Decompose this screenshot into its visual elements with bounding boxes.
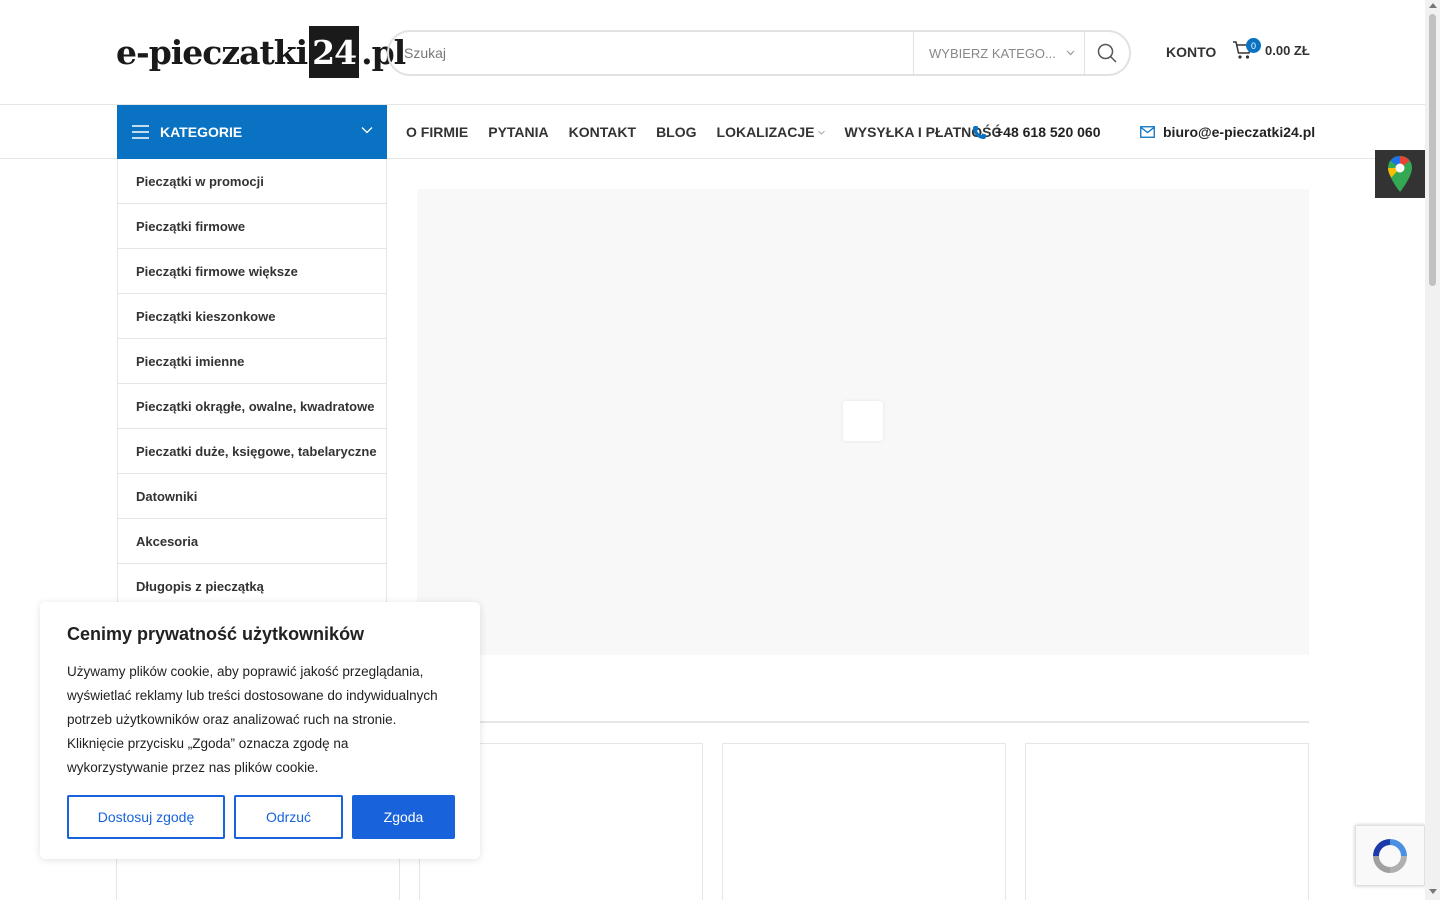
hero-slider [417, 189, 1309, 655]
logo-text-main: e-pieczatki [116, 32, 308, 72]
chevron-down-icon [1066, 50, 1075, 56]
cart-total: 0.00 ZŁ [1265, 42, 1310, 58]
product-card[interactable] [722, 743, 1006, 900]
account-link[interactable]: KONTO [1166, 44, 1216, 60]
search-category-label: Wybierz katego... [929, 45, 1056, 61]
phone-number: +48 618 520 060 [995, 124, 1101, 140]
nav-link-lokalizacje-label: Lokalizacje [716, 124, 815, 140]
cookie-text: Używamy plików cookie, aby poprawić jako… [67, 664, 438, 775]
phone-icon [973, 125, 986, 139]
logo-text-number: 24 [309, 26, 360, 78]
mail-icon [1140, 126, 1155, 138]
section-divider [417, 721, 1309, 723]
maps-widget[interactable] [1375, 150, 1425, 198]
chevron-down-icon [361, 127, 373, 134]
categories-menu: Pieczątki w promocji Pieczątki firmowe P… [117, 159, 387, 609]
email-address: biuro@e-pieczatki24.pl [1163, 124, 1316, 140]
cart-button[interactable]: 0 0.00 ZŁ [1232, 38, 1310, 60]
recaptcha-badge[interactable] [1355, 825, 1425, 886]
category-item[interactable]: Pieczątki kieszonkowe [118, 294, 386, 339]
scroll-down-arrow[interactable] [1429, 889, 1437, 894]
nav-link-pytania[interactable]: Pytania [488, 124, 548, 140]
email-link[interactable]: biuro@e-pieczatki24.pl [1140, 124, 1315, 140]
main-navigation: Kategorie O firmie Pytania Kontakt Blog … [0, 105, 1425, 159]
cart-count-badge: 0 [1246, 38, 1261, 53]
category-item[interactable]: Pieczątki imienne [118, 339, 386, 384]
chevron-down-icon [817, 130, 825, 135]
scroll-up-arrow[interactable] [1429, 3, 1437, 8]
category-item[interactable]: Pieczątki firmowe większe [118, 249, 386, 294]
search-input[interactable] [389, 32, 913, 74]
search-icon [1097, 43, 1117, 63]
accept-button[interactable]: Zgoda [352, 795, 455, 839]
customize-consent-button[interactable]: Dostosuj zgodę [67, 795, 225, 839]
nav-link-blog[interactable]: Blog [656, 124, 696, 140]
reject-button[interactable]: Odrzuć [234, 795, 343, 839]
header-top: e-pieczatki 24 .pl Wybierz katego... KON… [0, 0, 1425, 105]
search-button[interactable] [1084, 32, 1129, 74]
search-category-select[interactable]: Wybierz katego... [913, 32, 1084, 74]
google-maps-icon [1388, 156, 1412, 192]
cookie-buttons: Dostosuj zgodę Odrzuć Zgoda [67, 795, 455, 839]
category-item[interactable]: Pieczatki duże, księgowe, tabelaryczne [118, 429, 386, 474]
categories-label: Kategorie [160, 124, 243, 140]
site-logo[interactable]: e-pieczatki 24 .pl [116, 26, 406, 78]
categories-toggle[interactable]: Kategorie [117, 105, 387, 159]
cookie-title: Cenimy prywatność użytkowników [67, 624, 365, 644]
product-card[interactable] [1025, 743, 1309, 900]
cookie-consent-banner: Cenimy prywatność użytkowników Używamy p… [40, 602, 480, 859]
page-scrollbar[interactable] [1425, 0, 1440, 900]
category-item[interactable]: Datowniki [118, 474, 386, 519]
category-item[interactable]: Pieczątki w promocji [118, 159, 386, 204]
search-bar: Wybierz katego... [387, 30, 1131, 76]
recaptcha-icon [1373, 838, 1407, 873]
nav-link-lokalizacje[interactable]: Lokalizacje [717, 124, 825, 140]
category-item[interactable]: Pieczątki okrągłe, owalne, kwadratowe [118, 384, 386, 429]
nav-link-o-firmie[interactable]: O firmie [406, 124, 468, 140]
menu-icon [132, 125, 149, 139]
scrollbar-thumb[interactable] [1429, 14, 1436, 286]
category-item[interactable]: Pieczątki firmowe [118, 204, 386, 249]
category-item[interactable]: Akcesoria [118, 519, 386, 564]
phone-link[interactable]: +48 618 520 060 [972, 124, 1101, 140]
nav-link-kontakt[interactable]: Kontakt [569, 124, 636, 140]
loading-spinner [843, 401, 883, 441]
nav-links: O firmie Pytania Kontakt Blog Lokalizacj… [406, 105, 1002, 159]
